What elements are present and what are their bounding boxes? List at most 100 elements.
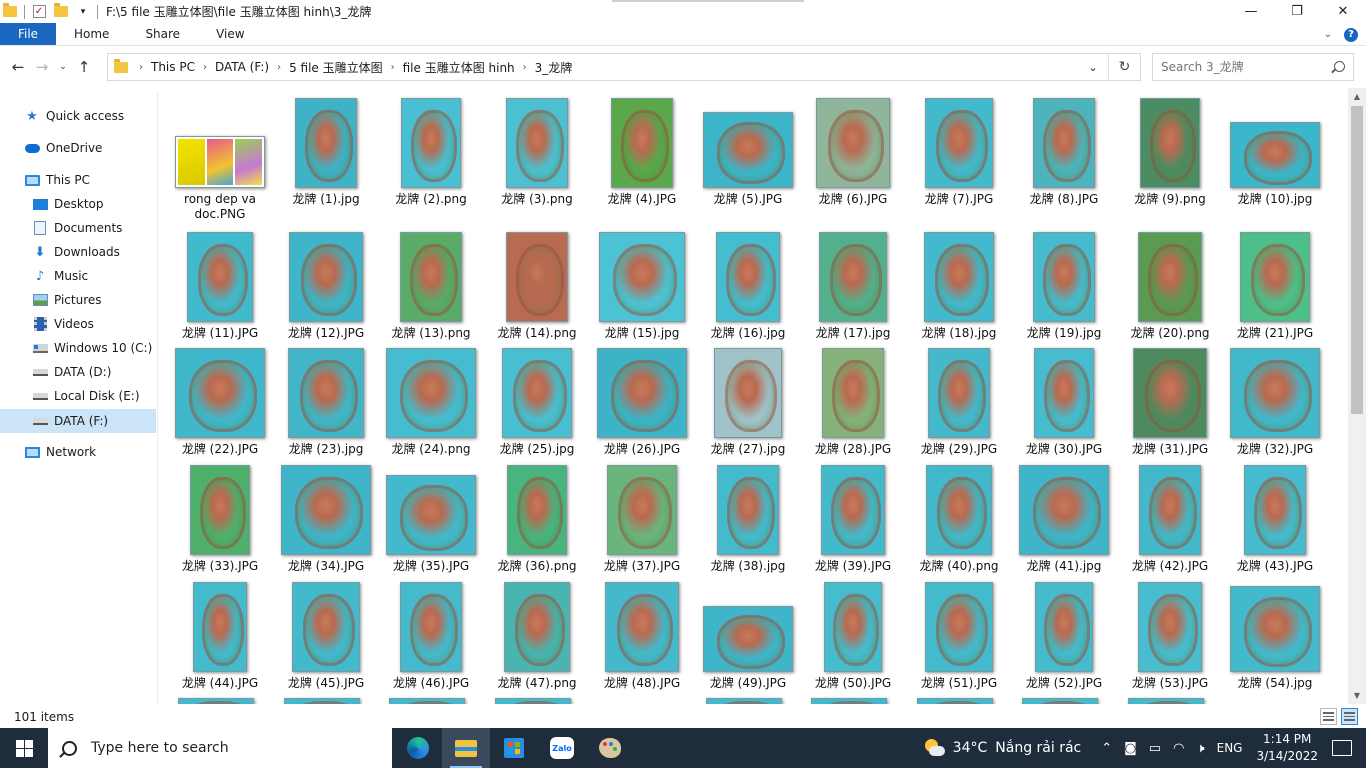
file-tile[interactable]: 龙牌 (1).jpg <box>276 96 376 207</box>
nav-item-downloads[interactable]: ⬇ Downloads <box>0 240 156 264</box>
address-dropdown-icon[interactable]: ⌄ <box>1080 54 1106 80</box>
details-view-icon[interactable] <box>1320 708 1337 725</box>
file-tile[interactable]: 龙牌 (22).JPG <box>170 346 270 457</box>
paint-icon[interactable] <box>586 728 634 768</box>
minimize-button[interactable]: — <box>1228 0 1274 23</box>
file-tile[interactable]: 龙牌 (17).jpg <box>803 230 903 341</box>
search-input[interactable] <box>1153 54 1323 80</box>
file-tile[interactable]: 龙牌 (28).JPG <box>803 346 903 457</box>
file-tile[interactable]: 龙牌 (21).JPG <box>1225 230 1325 341</box>
recent-locations-chevron-icon[interactable]: ⌄ <box>54 55 72 79</box>
file-tile[interactable]: 龙牌 (5).JPG <box>698 96 798 207</box>
file-tile[interactable]: 龙牌 (31).JPG <box>1120 346 1220 457</box>
nav-item-desktop[interactable]: Desktop <box>0 192 156 216</box>
file-tile[interactable]: 龙牌 (38).jpg <box>698 463 798 574</box>
breadcrumb-this-pc[interactable]: This PC <box>146 60 200 74</box>
file-thumbnail[interactable] <box>1128 698 1204 704</box>
forward-arrow-icon[interactable]: → <box>30 55 54 79</box>
file-tile[interactable]: 龙牌 (52).JPG <box>1014 580 1114 691</box>
file-tile[interactable]: 龙牌 (20).png <box>1120 230 1220 341</box>
file-tile[interactable]: rong dep va doc.PNG <box>170 96 270 222</box>
file-thumbnail[interactable] <box>1022 698 1098 704</box>
weather-widget[interactable]: 34°C Nắng rải rác <box>923 739 1081 757</box>
nav-item-music[interactable]: ♪ Music <box>0 264 156 288</box>
file-tile[interactable]: 龙牌 (13).png <box>381 230 481 341</box>
expand-ribbon-icon[interactable]: ⌄ <box>1324 29 1332 40</box>
notification-center-icon[interactable] <box>1332 740 1352 756</box>
nav-item-this-pc[interactable]: This PC <box>0 168 156 192</box>
file-tile[interactable]: 龙牌 (10).jpg <box>1225 96 1325 207</box>
file-tile[interactable]: 龙牌 (2).png <box>381 96 481 207</box>
language-indicator[interactable]: ENG <box>1217 741 1243 755</box>
file-thumbnail[interactable] <box>706 698 782 704</box>
scroll-down-arrow-icon[interactable]: ▼ <box>1348 687 1366 704</box>
file-tile[interactable]: 龙牌 (46).JPG <box>381 580 481 691</box>
nav-item-pictures[interactable]: Pictures <box>0 288 156 312</box>
file-explorer-icon[interactable] <box>442 728 490 768</box>
file-thumbnail[interactable] <box>284 698 360 704</box>
battery-icon[interactable]: ▭ <box>1149 741 1161 756</box>
file-tile[interactable]: 龙牌 (11).JPG <box>170 230 270 341</box>
nav-item-local-disk-e[interactable]: Local Disk (E:) <box>0 384 156 408</box>
file-tile[interactable]: 龙牌 (36).png <box>487 463 587 574</box>
file-tile[interactable]: 龙牌 (24).png <box>381 346 481 457</box>
up-arrow-icon[interactable]: ↑ <box>72 55 96 79</box>
file-thumbnail[interactable] <box>917 698 993 704</box>
file-tile[interactable]: 龙牌 (29).JPG <box>909 346 1009 457</box>
file-tile[interactable]: 龙牌 (54).jpg <box>1225 580 1325 691</box>
chevron-right-icon[interactable]: › <box>274 62 284 73</box>
file-thumbnail[interactable] <box>178 698 254 704</box>
file-tile[interactable]: 龙牌 (33).JPG <box>170 463 270 574</box>
close-button[interactable]: ✕ <box>1320 0 1366 23</box>
file-tile[interactable]: 龙牌 (40).png <box>909 463 1009 574</box>
chevron-right-icon[interactable]: › <box>520 62 530 73</box>
nav-item-windows-c[interactable]: Windows 10 (C:) <box>0 336 156 360</box>
back-arrow-icon[interactable]: ← <box>6 55 30 79</box>
file-tile[interactable]: 龙牌 (51).JPG <box>909 580 1009 691</box>
maximize-button[interactable]: ❐ <box>1274 0 1320 23</box>
file-tile[interactable]: 龙牌 (12).JPG <box>276 230 376 341</box>
file-thumbnail[interactable] <box>811 698 887 704</box>
file-tile[interactable]: 龙牌 (41).jpg <box>1014 463 1114 574</box>
new-folder-icon[interactable] <box>53 3 69 20</box>
file-tile[interactable]: 龙牌 (44).JPG <box>170 580 270 691</box>
meet-now-icon[interactable]: ◙ <box>1124 741 1137 756</box>
chevron-right-icon[interactable]: › <box>200 62 210 73</box>
file-tile[interactable]: 龙牌 (6).JPG <box>803 96 903 207</box>
file-tile[interactable]: 龙牌 (45).JPG <box>276 580 376 691</box>
search-icon[interactable] <box>1334 61 1345 72</box>
wifi-icon[interactable]: ◠ <box>1173 741 1184 756</box>
file-tile[interactable]: 龙牌 (48).JPG <box>592 580 692 691</box>
taskbar-search-box[interactable]: Type here to search <box>48 728 392 768</box>
windows-start-icon[interactable] <box>0 728 48 768</box>
nav-item-onedrive[interactable]: OneDrive <box>0 136 156 160</box>
nav-item-documents[interactable]: Documents <box>0 216 156 240</box>
file-tile[interactable]: 龙牌 (27).jpg <box>698 346 798 457</box>
large-icons-view-icon[interactable] <box>1341 708 1358 725</box>
breadcrumb-data-f[interactable]: DATA (F:) <box>210 60 274 74</box>
breadcrumb-5-file[interactable]: 5 file 玉雕立体图 <box>284 59 388 76</box>
file-thumbnail[interactable] <box>389 698 465 704</box>
customize-toolbar-icon[interactable]: ▾ <box>75 4 91 20</box>
nav-item-quick-access[interactable]: ★ Quick access <box>0 104 156 128</box>
tab-home[interactable]: Home <box>56 23 127 45</box>
file-tile[interactable]: 龙牌 (47).png <box>487 580 587 691</box>
search-box[interactable] <box>1152 53 1354 81</box>
chevron-right-icon[interactable]: › <box>388 62 398 73</box>
tab-file[interactable]: File <box>0 23 56 45</box>
tab-view[interactable]: View <box>198 23 262 45</box>
zalo-icon[interactable]: Zalo <box>538 728 586 768</box>
store-icon[interactable] <box>490 728 538 768</box>
file-tile[interactable]: 龙牌 (34).JPG <box>276 463 376 574</box>
nav-item-network[interactable]: Network <box>0 440 156 464</box>
file-tile[interactable]: 龙牌 (53).JPG <box>1120 580 1220 691</box>
file-tile[interactable]: 龙牌 (14).png <box>487 230 587 341</box>
file-tile[interactable]: 龙牌 (43).JPG <box>1225 463 1325 574</box>
volume-muted-icon[interactable]: 🕨 <box>1196 741 1204 756</box>
nav-item-data-f[interactable]: DATA (F:) <box>0 409 156 433</box>
file-tile[interactable]: 龙牌 (39).JPG <box>803 463 903 574</box>
file-tile[interactable]: 龙牌 (19).jpg <box>1014 230 1114 341</box>
nav-item-data-d[interactable]: DATA (D:) <box>0 360 156 384</box>
file-tile[interactable]: 龙牌 (42).JPG <box>1120 463 1220 574</box>
help-icon[interactable]: ? <box>1344 27 1358 42</box>
